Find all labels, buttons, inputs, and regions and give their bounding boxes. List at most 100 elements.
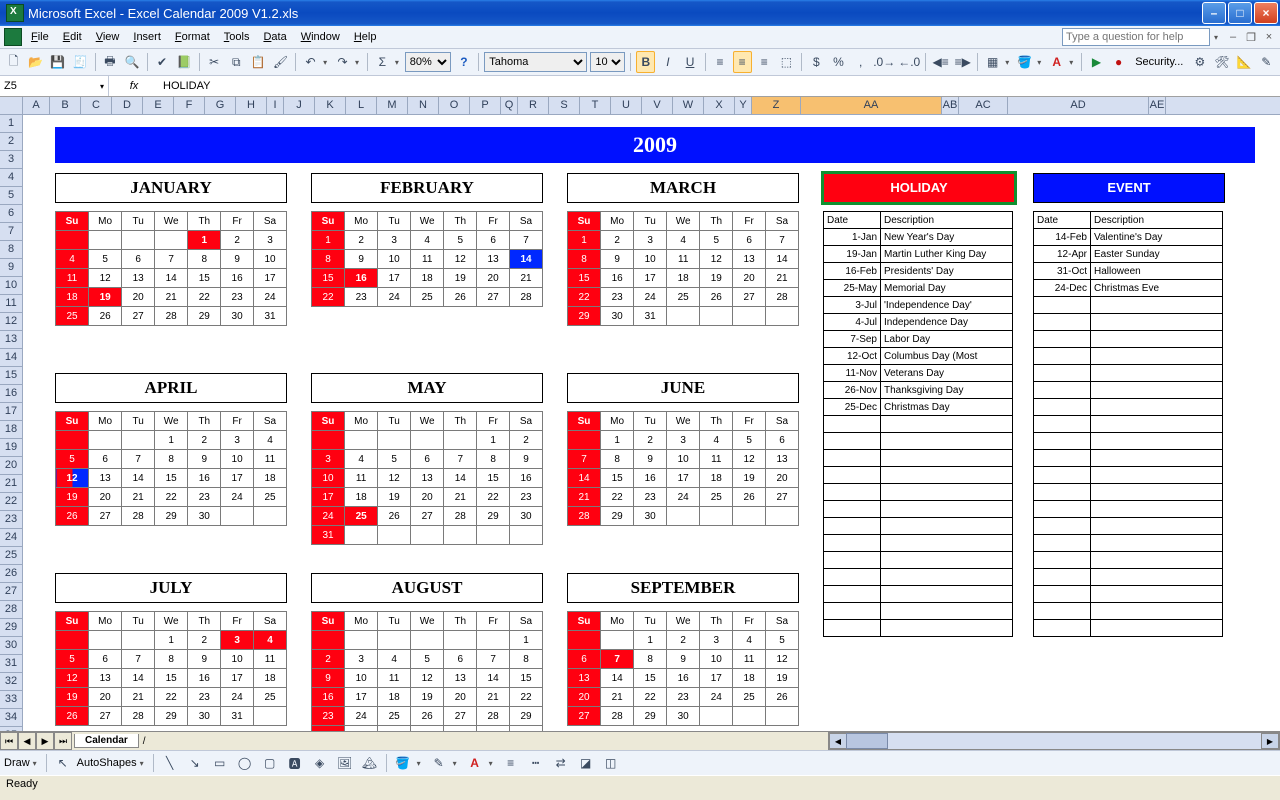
calendar-cell[interactable] — [766, 507, 799, 526]
calendar-cell[interactable]: 25 — [345, 507, 378, 526]
calendar-cell[interactable] — [312, 631, 345, 650]
table-cell[interactable]: 31-Oct — [1034, 263, 1091, 280]
fill-icon[interactable]: 🪣 — [392, 752, 414, 774]
table-cell[interactable] — [1091, 331, 1223, 348]
table-cell[interactable]: Halloween — [1091, 263, 1223, 280]
calendar-cell[interactable]: 5 — [444, 231, 477, 250]
calendar-cell[interactable]: 19 — [89, 288, 122, 307]
calendar-cell[interactable]: 19 — [766, 669, 799, 688]
table-cell[interactable] — [1091, 348, 1223, 365]
calendar-cell[interactable]: 7 — [477, 650, 510, 669]
calendar-cell[interactable]: 2 — [312, 650, 345, 669]
calendar-cell[interactable]: 22 — [312, 288, 345, 307]
calendar-cell[interactable]: 5 — [411, 650, 444, 669]
table-cell[interactable]: Easter Sunday — [1091, 246, 1223, 263]
row-header-34[interactable]: 34 — [0, 709, 22, 727]
row-header-24[interactable]: 24 — [0, 529, 22, 547]
formula-input[interactable]: HOLIDAY — [159, 80, 214, 92]
calendar-cell[interactable]: 26 — [700, 288, 733, 307]
calendar-cell[interactable]: 4 — [254, 431, 287, 450]
calendar-cell[interactable]: 27 — [766, 488, 799, 507]
calendar-cell[interactable]: 26 — [766, 688, 799, 707]
table-cell[interactable]: 25-Dec — [824, 399, 881, 416]
calendar-cell[interactable]: 2 — [345, 231, 378, 250]
table-cell[interactable] — [824, 416, 881, 433]
calendar-cell[interactable]: 31 — [221, 707, 254, 726]
calendar-cell[interactable]: 25 — [733, 688, 766, 707]
calendar-cell[interactable]: 4 — [378, 650, 411, 669]
calendar-cell[interactable]: 16 — [510, 469, 543, 488]
calendar-cell[interactable]: 30 — [312, 726, 345, 732]
calendar-cell[interactable]: 25 — [254, 488, 287, 507]
row-header-29[interactable]: 29 — [0, 619, 22, 637]
calendar-cell[interactable]: 20 — [477, 269, 510, 288]
close-button[interactable]: × — [1254, 2, 1278, 24]
calendar-cell[interactable]: 15 — [568, 269, 601, 288]
row-header-9[interactable]: 9 — [0, 259, 22, 277]
table-cell[interactable] — [1034, 399, 1091, 416]
calendar-cell[interactable]: 27 — [89, 707, 122, 726]
calendar-cell[interactable]: 8 — [510, 650, 543, 669]
calendar-cell[interactable]: 21 — [601, 688, 634, 707]
table-cell[interactable] — [1034, 382, 1091, 399]
calendar-cell[interactable]: 7 — [122, 450, 155, 469]
table-cell[interactable] — [1091, 620, 1223, 637]
col-header-F[interactable]: F — [174, 97, 205, 114]
table-cell[interactable] — [1091, 382, 1223, 399]
underline-icon[interactable]: U — [680, 51, 699, 73]
calendar-cell[interactable]: 27 — [477, 288, 510, 307]
row-header-12[interactable]: 12 — [0, 313, 22, 331]
calendar-cell[interactable]: 9 — [634, 450, 667, 469]
calendar-cell[interactable]: 9 — [221, 250, 254, 269]
table-cell[interactable]: 19-Jan — [824, 246, 881, 263]
macro-play-icon[interactable]: ▶ — [1087, 51, 1106, 73]
calendar-cell[interactable] — [254, 507, 287, 526]
copy-icon[interactable]: ⧉ — [227, 51, 246, 73]
calendar-cell[interactable]: 24 — [378, 288, 411, 307]
calendar-cell[interactable]: 17 — [700, 669, 733, 688]
col-header-AB[interactable]: AB — [942, 97, 959, 114]
research-icon[interactable]: 📗 — [175, 51, 194, 73]
picture-icon[interactable]: 🏔 — [359, 752, 381, 774]
calendar-cell[interactable]: 3 — [254, 231, 287, 250]
table-cell[interactable] — [1034, 569, 1091, 586]
dec-indent-icon[interactable]: ◀≡ — [931, 51, 950, 73]
table-cell[interactable] — [881, 416, 1013, 433]
row-header-32[interactable]: 32 — [0, 673, 22, 691]
calendar-cell[interactable]: 21 — [122, 688, 155, 707]
calendar-cell[interactable]: 25 — [56, 307, 89, 326]
calendar-cell[interactable] — [477, 631, 510, 650]
calendar-cell[interactable]: 28 — [155, 307, 188, 326]
table-cell[interactable] — [1091, 518, 1223, 535]
col-header-Y[interactable]: Y — [735, 97, 752, 114]
row-header-19[interactable]: 19 — [0, 439, 22, 457]
calendar-cell[interactable]: 14 — [122, 669, 155, 688]
calendar-cell[interactable]: 6 — [444, 650, 477, 669]
calendar-cell[interactable]: 12 — [56, 469, 89, 488]
col-header-X[interactable]: X — [704, 97, 735, 114]
col-header-L[interactable]: L — [346, 97, 377, 114]
calendar-cell[interactable]: 16 — [312, 688, 345, 707]
calendar-cell[interactable]: 28 — [122, 707, 155, 726]
calendar-cell[interactable] — [411, 431, 444, 450]
calendar-cell[interactable]: 18 — [254, 469, 287, 488]
calendar-cell[interactable]: 9 — [188, 450, 221, 469]
calendar-cell[interactable]: 20 — [733, 269, 766, 288]
calendar-cell[interactable]: 10 — [345, 669, 378, 688]
calendar-cell[interactable]: 14 — [568, 469, 601, 488]
calendar-cell[interactable]: 12 — [733, 450, 766, 469]
calendar-cell[interactable] — [89, 231, 122, 250]
table-cell[interactable] — [1091, 552, 1223, 569]
calendar-cell[interactable]: 8 — [477, 450, 510, 469]
calendar-cell[interactable]: 31 — [634, 307, 667, 326]
calendar-cell[interactable]: 12 — [766, 650, 799, 669]
undo-icon[interactable]: ↶ — [301, 51, 320, 73]
calendar-cell[interactable]: 21 — [477, 688, 510, 707]
calendar-cell[interactable]: 21 — [122, 488, 155, 507]
col-header-AD[interactable]: AD — [1008, 97, 1149, 114]
calendar-cell[interactable] — [510, 526, 543, 545]
calendar-cell[interactable]: 26 — [444, 288, 477, 307]
calendar-cell[interactable]: 10 — [254, 250, 287, 269]
table-cell[interactable] — [1091, 603, 1223, 620]
calendar-cell[interactable] — [444, 431, 477, 450]
